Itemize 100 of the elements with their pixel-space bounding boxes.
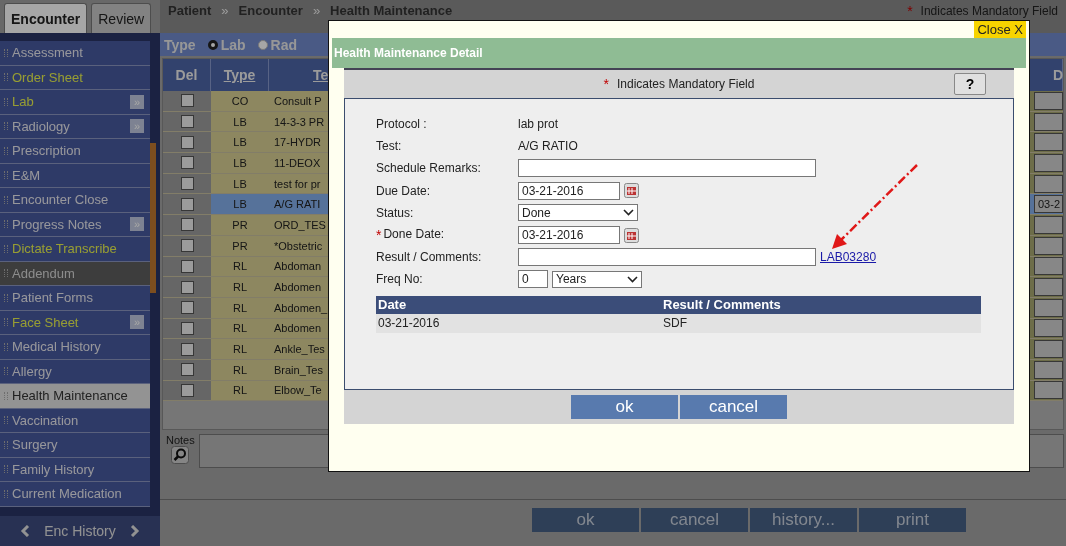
- sidebar-tab[interactable]: Review: [91, 3, 152, 33]
- delete-checkbox[interactable]: [180, 218, 194, 232]
- delete-checkbox[interactable]: [180, 321, 194, 335]
- delete-checkbox[interactable]: [180, 156, 194, 170]
- sidebar-item[interactable]: Face Sheet »: [0, 310, 150, 335]
- table-cell: RL: [211, 359, 269, 381]
- breadcrumb-item[interactable]: Health Maintenance: [330, 3, 453, 18]
- calendar-icon[interactable]: [624, 183, 639, 199]
- field-value: lab prot: [518, 117, 560, 132]
- table-cell: LB: [211, 111, 269, 133]
- delete-checkbox[interactable]: [180, 259, 194, 273]
- sidebar-item[interactable]: Addendum: [0, 261, 150, 286]
- radio-label[interactable]: Rad: [270, 36, 297, 53]
- table-cell: RL: [211, 297, 269, 319]
- table-cell: PR: [211, 235, 269, 257]
- table-cell: RL: [211, 339, 269, 360]
- date-field[interactable]: [1034, 215, 1063, 234]
- delete-checkbox[interactable]: [180, 135, 194, 149]
- input-field[interactable]: [518, 248, 816, 267]
- sidebar-item[interactable]: Encounter Close: [0, 188, 150, 213]
- delete-checkbox[interactable]: [180, 280, 194, 294]
- delete-checkbox[interactable]: [180, 342, 194, 356]
- date-field[interactable]: [1034, 236, 1063, 255]
- sidebar-item[interactable]: Progress Notes »: [0, 212, 150, 237]
- radio-button[interactable]: [207, 39, 218, 50]
- date-field[interactable]: [1034, 360, 1063, 379]
- action-button[interactable]: print: [859, 508, 966, 532]
- date-field[interactable]: 03-2: [1034, 195, 1063, 214]
- dialog-button[interactable]: ok: [571, 395, 678, 419]
- date-field[interactable]: [1034, 153, 1063, 172]
- sidebar-item[interactable]: Assessment: [0, 41, 150, 66]
- delete-checkbox[interactable]: [180, 177, 194, 191]
- unit-select[interactable]: Years: [552, 270, 642, 288]
- sidebar-item[interactable]: Surgery: [0, 433, 150, 458]
- date-field[interactable]: 03-21-2016: [518, 226, 620, 245]
- date-field[interactable]: [1034, 381, 1063, 400]
- sidebar-item[interactable]: Lab »: [0, 90, 150, 115]
- chevron-right-icon[interactable]: [129, 525, 140, 537]
- chevron-left-icon[interactable]: [20, 525, 31, 537]
- sidebar-item[interactable]: E&M: [0, 163, 150, 188]
- sidebar-item[interactable]: Order Sheet: [0, 65, 150, 90]
- action-button[interactable]: cancel: [641, 508, 748, 532]
- delete-checkbox[interactable]: [180, 94, 194, 108]
- sidebar-item[interactable]: Current Medication: [0, 482, 150, 507]
- sidebar-item[interactable]: Prescription: [0, 139, 150, 164]
- sidebar-item[interactable]: Family History: [0, 457, 150, 482]
- calendar-icon[interactable]: [624, 227, 639, 243]
- field-label: Protocol :: [376, 117, 428, 132]
- date-field[interactable]: [1034, 174, 1063, 193]
- lab-link[interactable]: LAB03280: [820, 250, 877, 265]
- delete-checkbox[interactable]: [180, 115, 194, 129]
- radio-label[interactable]: Lab: [220, 36, 246, 53]
- date-field[interactable]: [1034, 278, 1063, 297]
- status-select[interactable]: Done: [518, 204, 638, 222]
- column-header[interactable]: D: [1029, 59, 1063, 91]
- sidebar-item[interactable]: Medical History: [0, 335, 150, 360]
- date-field[interactable]: [1034, 91, 1063, 110]
- freq-field[interactable]: 0: [518, 270, 548, 289]
- date-field[interactable]: 03-21-2016: [518, 181, 620, 200]
- date-field[interactable]: [1034, 112, 1063, 131]
- table-cell: RL: [211, 256, 269, 278]
- sidebar-item[interactable]: Vaccination: [0, 408, 150, 433]
- sidebar-tab[interactable]: Encounter: [4, 3, 88, 33]
- date-field[interactable]: [1034, 133, 1063, 152]
- close-button[interactable]: Close X: [974, 21, 1026, 38]
- sidebar-item[interactable]: Health Maintenance: [0, 384, 150, 409]
- help-button[interactable]: ?: [954, 73, 986, 95]
- delete-checkbox[interactable]: [180, 197, 194, 211]
- date-field[interactable]: [1034, 340, 1063, 359]
- table-cell: RL: [211, 277, 269, 298]
- notes-label: Notes: [166, 434, 195, 446]
- action-button[interactable]: history...: [750, 508, 857, 532]
- sidebar-item[interactable]: Radiology »: [0, 114, 150, 139]
- breadcrumb-item[interactable]: Patient: [168, 3, 212, 18]
- input-field[interactable]: [518, 159, 816, 178]
- sidebar-item[interactable]: Dictate Transcribe: [0, 237, 150, 262]
- date-field[interactable]: [1034, 298, 1063, 317]
- scrollbar-thumb[interactable]: [150, 143, 156, 293]
- search-icon[interactable]: [171, 446, 190, 464]
- field-label: Due Date:: [376, 183, 432, 198]
- delete-checkbox[interactable]: [180, 301, 194, 315]
- delete-checkbox[interactable]: [180, 363, 194, 377]
- field-label: Result / Comments:: [376, 250, 483, 265]
- radio-button[interactable]: [257, 39, 268, 50]
- breadcrumb-separator: »: [221, 3, 229, 18]
- table-cell: RL: [211, 318, 269, 340]
- delete-checkbox[interactable]: [180, 239, 194, 253]
- mandatory-note: Indicates Mandatory Field: [617, 77, 755, 91]
- breadcrumb-item[interactable]: Encounter: [238, 3, 303, 18]
- sidebar-item[interactable]: Patient Forms: [0, 286, 150, 311]
- action-button[interactable]: ok: [532, 508, 639, 532]
- sidebar-item[interactable]: Allergy: [0, 359, 150, 384]
- required-mark: *: [603, 76, 609, 92]
- column-header[interactable]: Type: [211, 59, 269, 91]
- dialog-button[interactable]: cancel: [680, 395, 787, 419]
- date-field[interactable]: [1034, 319, 1063, 338]
- column-header[interactable]: Del: [163, 59, 211, 91]
- date-field[interactable]: [1034, 257, 1063, 276]
- table-cell: LB: [211, 194, 269, 216]
- delete-checkbox[interactable]: [180, 383, 194, 397]
